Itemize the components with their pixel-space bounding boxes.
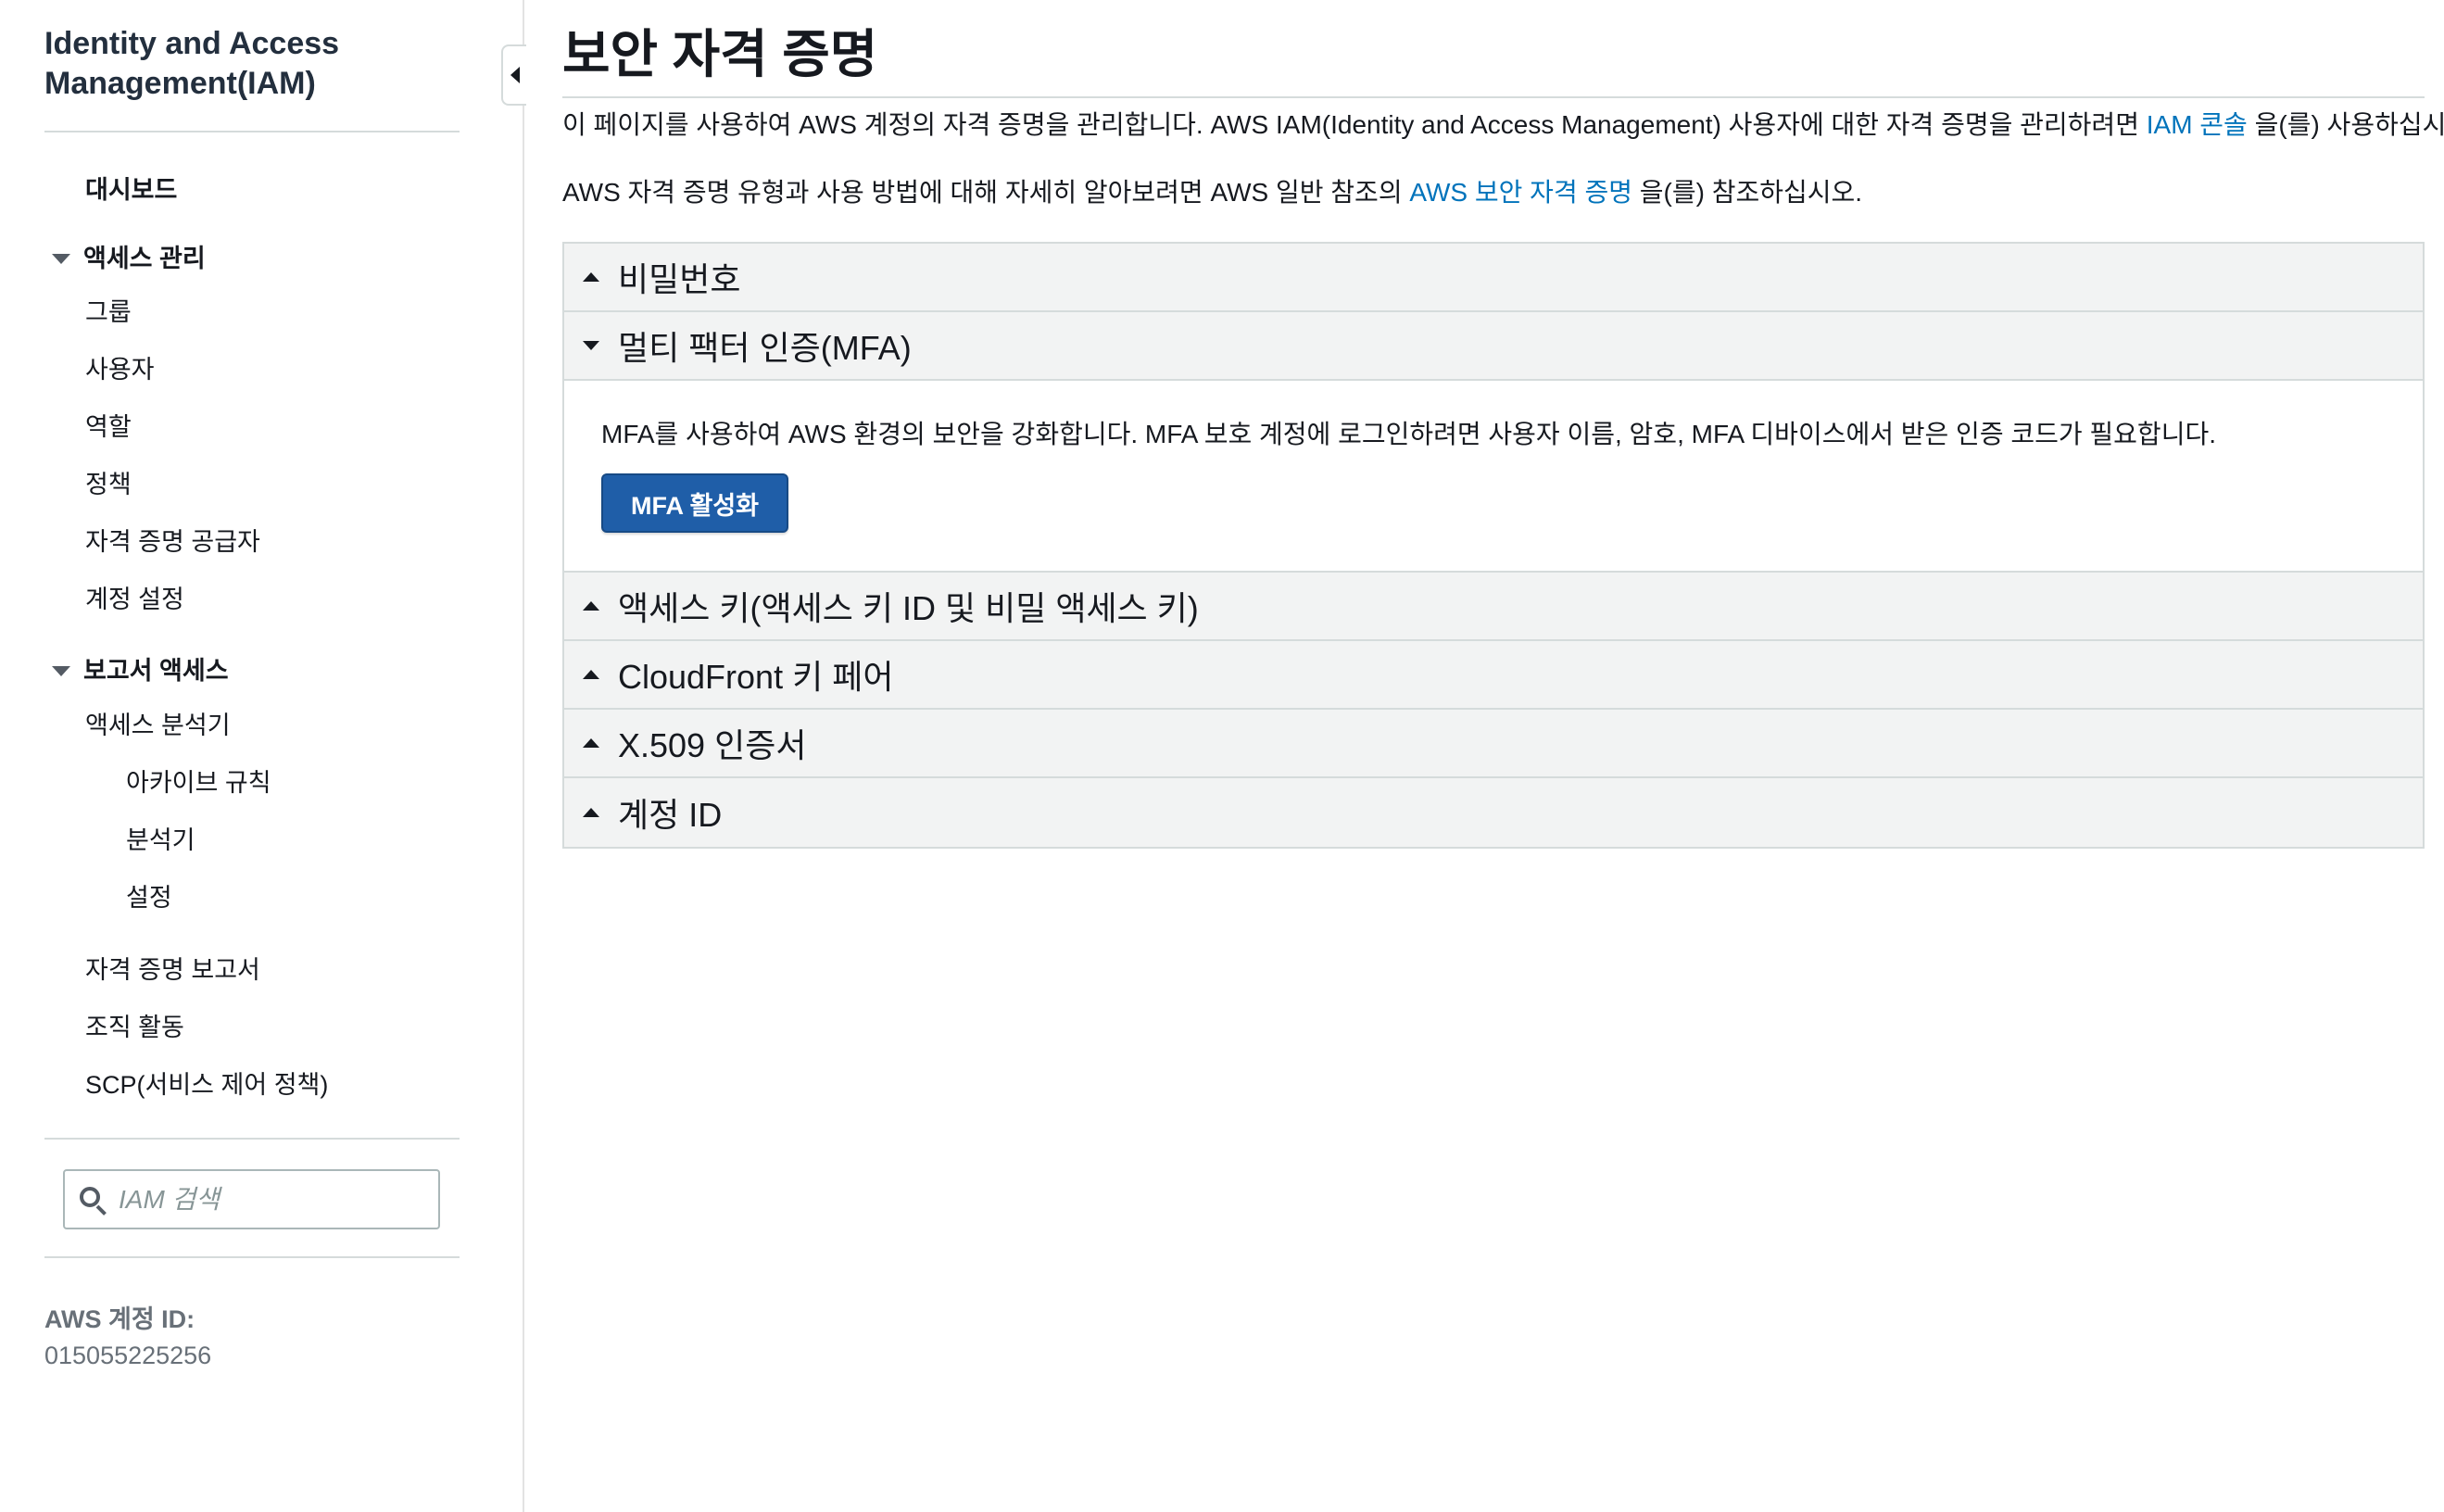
sidebar-item-analyzers[interactable]: 분석기 [126,825,195,856]
sidebar-item-dashboard[interactable]: 대시보드 [85,174,177,206]
title-divider [562,96,2425,98]
caret-up-icon [583,808,599,817]
section-access-keys-header[interactable]: 액세스 키(액세스 키 ID 및 비밀 액세스 키) [564,573,2423,641]
section-label: 멀티 팩터 인증(MFA) [618,329,912,367]
section-cloudfront-header[interactable]: CloudFront 키 페어 [564,641,2423,710]
section-password-header[interactable]: 비밀번호 [564,244,2423,312]
sidebar-item-users[interactable]: 사용자 [85,354,155,385]
sidebar-divider [44,1256,460,1258]
caret-up-icon [583,272,599,282]
caret-up-icon [583,601,599,611]
intro-text-suffix: 을(를) 사용하십시오. [2254,110,2444,139]
sidebar-section-access-management[interactable]: 액세스 관리 [52,243,206,274]
search-input[interactable] [119,1184,424,1215]
sidebar-section-label: 액세스 관리 [83,245,206,272]
sidebar-item-archive-rules[interactable]: 아카이브 규칙 [126,767,271,799]
section-label: 계정 ID [618,796,723,834]
section-account-id-header[interactable]: 계정 ID [564,778,2423,847]
caret-left-icon [510,67,520,83]
sidebar: Identity and Access Management(IAM) 대시보드… [0,0,526,1512]
sidebar-item-groups[interactable]: 그룹 [85,296,132,328]
reference-text: AWS 자격 증명 유형과 사용 방법에 대해 자세히 알아보려면 AWS 일반… [562,176,1862,209]
sidebar-divider [44,131,460,132]
activate-mfa-button[interactable]: MFA 활성화 [601,473,788,533]
sidebar-item-policies[interactable]: 정책 [85,469,132,500]
sidebar-item-account-settings[interactable]: 계정 설정 [85,584,184,615]
sidebar-item-analyzer-settings[interactable]: 설정 [126,882,172,914]
sidebar-title[interactable]: Identity and Access Management(IAM) [44,24,471,104]
sidebar-item-access-analyzer[interactable]: 액세스 분석기 [85,710,231,741]
sidebar-collapse-button[interactable] [501,44,526,106]
section-label: 액세스 키(액세스 키 ID 및 비밀 액세스 키) [618,589,1199,627]
section-label: CloudFront 키 페어 [618,658,894,696]
intro-text: 이 페이지를 사용하여 AWS 계정의 자격 증명을 관리합니다. AWS IA… [562,108,2444,142]
caret-down-icon [52,665,70,676]
iam-console-link[interactable]: IAM 콘솔 [2147,110,2248,139]
section-mfa-body: MFA를 사용하여 AWS 환경의 보안을 강화합니다. MFA 보호 계정에 … [564,381,2423,573]
caret-up-icon [583,670,599,679]
caret-down-icon [583,341,599,350]
search-icon [78,1185,107,1216]
section-label: X.509 인증서 [618,726,807,764]
section-label: 비밀번호 [618,260,741,298]
caret-down-icon [52,253,70,264]
reference-text-prefix: AWS 자격 증명 유형과 사용 방법에 대해 자세히 알아보려면 AWS 일반… [562,178,1410,207]
search-box[interactable] [63,1169,440,1229]
sidebar-section-access-reports[interactable]: 보고서 액세스 [52,655,229,687]
sidebar-divider [44,1138,460,1140]
sidebar-item-organization-activity[interactable]: 조직 활동 [85,1012,184,1043]
section-mfa-header[interactable]: 멀티 팩터 인증(MFA) [564,312,2423,381]
section-x509-header[interactable]: X.509 인증서 [564,710,2423,778]
page-title: 보안 자격 증명 [562,25,878,83]
caret-up-icon [583,738,599,748]
sidebar-item-credential-report[interactable]: 자격 증명 보고서 [85,954,260,986]
intro-text-prefix: 이 페이지를 사용하여 AWS 계정의 자격 증명을 관리합니다. AWS IA… [562,110,2147,139]
credentials-accordion: 비밀번호 멀티 팩터 인증(MFA) MFA를 사용하여 AWS 환경의 보안을… [562,242,2425,849]
sidebar-item-roles[interactable]: 역할 [85,411,132,443]
sidebar-section-label: 보고서 액세스 [83,657,229,685]
aws-security-credentials-link[interactable]: AWS 보안 자격 증명 [1409,178,1632,207]
sidebar-item-scp[interactable]: SCP(서비스 제어 정책) [85,1069,328,1101]
sidebar-item-identity-providers[interactable]: 자격 증명 공급자 [85,526,260,558]
account-id-label: AWS 계정 ID: [44,1305,195,1333]
account-id-value: 015055225256 [44,1342,212,1369]
reference-text-suffix: 을(를) 참조하십시오. [1632,178,1863,207]
mfa-description: MFA를 사용하여 AWS 환경의 보안을 강화합니다. MFA 보호 계정에 … [601,420,2216,448]
